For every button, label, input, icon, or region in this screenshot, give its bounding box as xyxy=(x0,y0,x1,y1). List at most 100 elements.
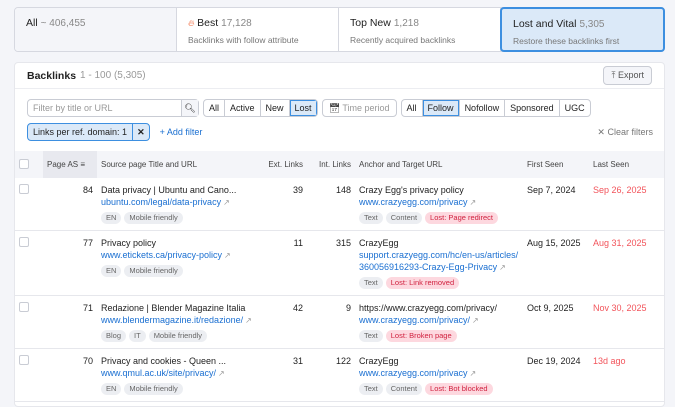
table-row: 70 Privacy and cookies - Queen ... www.q… xyxy=(15,348,664,402)
search-placeholder: Filter by title or URL xyxy=(33,103,113,113)
export-button[interactable]: ⤒ Export xyxy=(603,66,652,85)
col-ext-links[interactable]: Ext. Links xyxy=(257,151,307,178)
source-url[interactable]: www.qmul.ac.uk/site/privacy/ xyxy=(101,368,216,378)
external-link-icon[interactable]: ↗ xyxy=(218,369,225,378)
anchor-tag: Text xyxy=(359,383,383,395)
report-tabs: All ~ 406,455 🔥︎ Best 17,128 Backlinks wit… xyxy=(14,7,665,52)
anchor-text: https://www.crazyegg.com/privacy/ xyxy=(359,303,498,313)
ext-links: 39 xyxy=(257,178,307,231)
filter-chip-label: Links per ref. domain: 1 xyxy=(33,127,128,137)
external-link-icon[interactable]: ↗ xyxy=(245,316,252,325)
ext-links: 31 xyxy=(257,348,307,402)
time-period-button[interactable]: 📅︎ Time period xyxy=(321,99,397,117)
type-ugc[interactable]: UGC xyxy=(560,100,590,116)
ext-links: 11 xyxy=(257,230,307,296)
source-tag: Blog xyxy=(101,330,127,342)
fire-icon: 🔥︎ xyxy=(188,18,195,28)
int-links: 315 xyxy=(307,230,355,296)
anchor-tag: Content xyxy=(385,212,423,224)
col-first-seen[interactable]: First Seen xyxy=(523,151,589,178)
last-seen: Aug 31, 2025 xyxy=(589,230,664,296)
tab-lost-and-vital[interactable]: Lost and Vital 5,305 Restore these backli… xyxy=(500,7,665,52)
col-anchor[interactable]: Anchor and Target URL xyxy=(355,151,523,178)
anchor-text: Crazy Egg's privacy policy xyxy=(359,185,464,195)
link-type-filter: All Follow Nofollow Sponsored UGC xyxy=(400,99,591,117)
int-links: 9 xyxy=(307,295,355,349)
status-all[interactable]: All xyxy=(204,100,226,116)
col-source[interactable]: Source page Title and URL xyxy=(97,151,257,178)
tab-count: 1,218 xyxy=(393,18,419,29)
plus-icon: + xyxy=(159,127,165,137)
type-all[interactable]: All xyxy=(402,100,423,116)
status-filter: All Active New Lost xyxy=(203,99,318,117)
tab-title: All xyxy=(26,17,38,29)
tab-title: Best xyxy=(197,17,219,29)
last-seen: 13d ago xyxy=(589,348,664,402)
source-url[interactable]: www.etickets.ca/privacy-policy xyxy=(101,250,222,260)
panel-title: Backlinks xyxy=(27,69,77,82)
type-follow[interactable]: Follow xyxy=(422,100,460,116)
tab-top-new[interactable]: Top New 1,218 Recently acquired backlinks xyxy=(339,8,501,51)
tab-count: 5,305 xyxy=(579,19,605,30)
page-as: 71 xyxy=(43,295,97,349)
target-url[interactable]: www.crazyegg.com/privacy xyxy=(359,368,468,378)
tab-count: ~ 406,455 xyxy=(40,18,86,29)
status-lost[interactable]: Lost xyxy=(289,100,317,116)
type-nofollow[interactable]: Nofollow xyxy=(460,100,506,116)
first-seen: Dec 19, 2024 xyxy=(523,348,589,402)
sort-icon: ≡ xyxy=(80,160,86,169)
close-icon[interactable]: ✕ xyxy=(132,124,149,140)
row-checkbox[interactable] xyxy=(15,348,43,402)
add-filter-label: Add filter xyxy=(166,127,203,137)
filter-bar: Filter by title or URL 🔍︎ All Active New… xyxy=(27,99,591,117)
target-url[interactable]: support.crazyegg.com/hc/en-us/articles/3… xyxy=(359,250,518,272)
page-as: 70 xyxy=(43,348,97,402)
backlinks-table: Page AS ≡ Source page Title and URL Ext.… xyxy=(15,151,664,402)
type-sponsored[interactable]: Sponsored xyxy=(505,100,560,116)
external-link-icon[interactable]: ↗ xyxy=(470,198,477,207)
select-all-checkbox[interactable] xyxy=(15,151,43,178)
table-row: 77 Privacy policy www.etickets.ca/privac… xyxy=(15,230,664,296)
tab-all[interactable]: All ~ 406,455 xyxy=(15,8,177,51)
lost-reason-badge: Lost: Link removed xyxy=(385,277,460,289)
ext-links: 42 xyxy=(257,295,307,349)
anchor-tag: Text xyxy=(359,212,383,224)
clear-filters-button[interactable]: ✕ Clear filters xyxy=(597,127,653,138)
close-icon: ✕ xyxy=(597,126,605,137)
source-url[interactable]: www.blendermagazine.it/redazione/ xyxy=(101,315,243,325)
search-input[interactable]: Filter by title or URL 🔍︎ xyxy=(27,99,199,117)
target-url[interactable]: www.crazyegg.com/privacy/ xyxy=(359,315,470,325)
col-page-as[interactable]: Page AS ≡ xyxy=(43,151,97,178)
anchor-tag: Content xyxy=(385,383,423,395)
col-int-links[interactable]: Int. Links xyxy=(307,151,355,178)
anchor-tag: Text xyxy=(359,277,383,289)
add-filter-button[interactable]: + Add filter xyxy=(160,127,203,137)
first-seen: Oct 9, 2025 xyxy=(523,295,589,349)
search-icon[interactable]: 🔍︎ xyxy=(181,100,198,116)
source-tag: Mobile friendly xyxy=(124,212,183,224)
tab-best[interactable]: 🔥︎ Best 17,128 Backlinks with follow attr… xyxy=(177,8,339,51)
row-checkbox[interactable] xyxy=(15,178,43,231)
tab-subtitle: Recently acquired backlinks xyxy=(350,35,456,45)
source-tag: EN xyxy=(101,212,122,224)
status-active[interactable]: Active xyxy=(225,100,261,116)
first-seen: Aug 15, 2025 xyxy=(523,230,589,296)
external-link-icon[interactable]: ↗ xyxy=(224,251,231,260)
external-link-icon[interactable]: ↗ xyxy=(472,316,479,325)
page-as: 77 xyxy=(43,230,97,296)
status-new[interactable]: New xyxy=(261,100,290,116)
int-links: 148 xyxy=(307,178,355,231)
page-as: 84 xyxy=(43,178,97,231)
row-checkbox[interactable] xyxy=(15,295,43,349)
external-link-icon[interactable]: ↗ xyxy=(499,263,506,272)
source-tag: EN xyxy=(101,383,122,395)
source-url[interactable]: ubuntu.com/legal/data-privacy xyxy=(101,197,221,207)
source-title: Privacy policy xyxy=(101,238,157,248)
target-url[interactable]: www.crazyegg.com/privacy xyxy=(359,197,468,207)
external-link-icon[interactable]: ↗ xyxy=(470,369,477,378)
external-link-icon[interactable]: ↗ xyxy=(223,198,230,207)
filter-chip[interactable]: Links per ref. domain: 1 ✕ xyxy=(27,123,150,141)
col-last-seen[interactable]: Last Seen xyxy=(589,151,664,178)
first-seen: Sep 7, 2024 xyxy=(523,178,589,231)
row-checkbox[interactable] xyxy=(15,230,43,296)
